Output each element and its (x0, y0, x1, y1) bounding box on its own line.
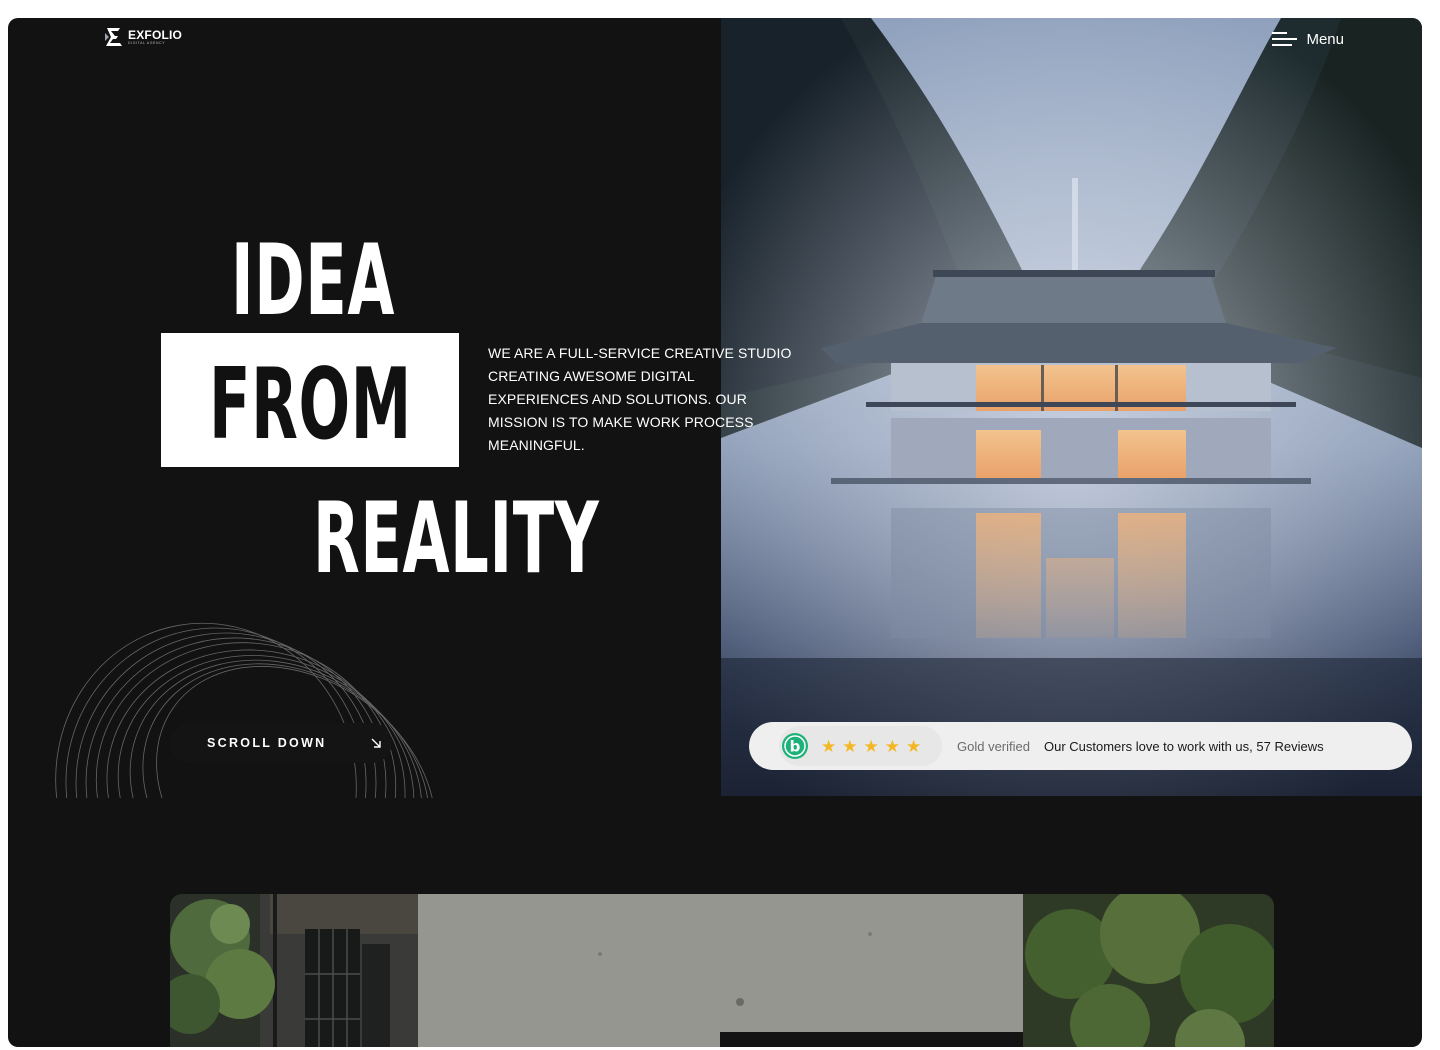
brand-logo[interactable]: EXFOLIO DIGITAL AGENCY (104, 26, 182, 48)
wireframe-decoration (55, 622, 436, 798)
review-bar[interactable]: b ★ ★ ★ ★ ★ Gold verified Our Customers … (749, 722, 1412, 770)
pagoda-lake-image (721, 18, 1422, 796)
logo-mark-icon (105, 28, 122, 46)
menu-label: Menu (1306, 30, 1344, 48)
scroll-down-label: SCROLL DOWN (207, 736, 327, 750)
star-icon: ★ (842, 736, 858, 756)
rating-stars: ★ ★ ★ ★ ★ (821, 738, 921, 755)
project-gallery-image (170, 894, 1274, 1047)
architecture-photo (170, 894, 1274, 1047)
headline-line-3: REALITY (313, 482, 600, 596)
gold-verified-label: Gold verified (957, 738, 1030, 754)
scroll-down-button[interactable]: SCROLL DOWN (170, 723, 392, 763)
star-icon: ★ (906, 736, 922, 756)
hero-description: WE ARE A FULL-SERVICE CREATIVE STUDIO CR… (488, 345, 792, 453)
menu-lines-icon (1272, 32, 1298, 46)
review-platform-letter: b (790, 738, 801, 756)
arrow-down-right-icon (371, 738, 381, 748)
page-frame: EXFOLIO DIGITAL AGENCY Menu IDEA FROM RE… (8, 18, 1422, 1047)
hero-image (721, 18, 1422, 796)
rating-pill: b ★ ★ ★ ★ ★ (779, 726, 942, 766)
star-icon: ★ (863, 736, 879, 756)
review-platform-logo-icon: b (782, 733, 808, 759)
headline-line-2: FROM (209, 348, 412, 462)
headline-line-1: IDEA (231, 224, 396, 338)
menu-button[interactable]: Menu (1272, 30, 1344, 48)
brand-name: EXFOLIO (128, 27, 183, 42)
reviews-summary: Our Customers love to work with us, 57 R… (1043, 738, 1324, 754)
star-icon: ★ (884, 736, 900, 756)
star-icon: ★ (821, 736, 837, 756)
